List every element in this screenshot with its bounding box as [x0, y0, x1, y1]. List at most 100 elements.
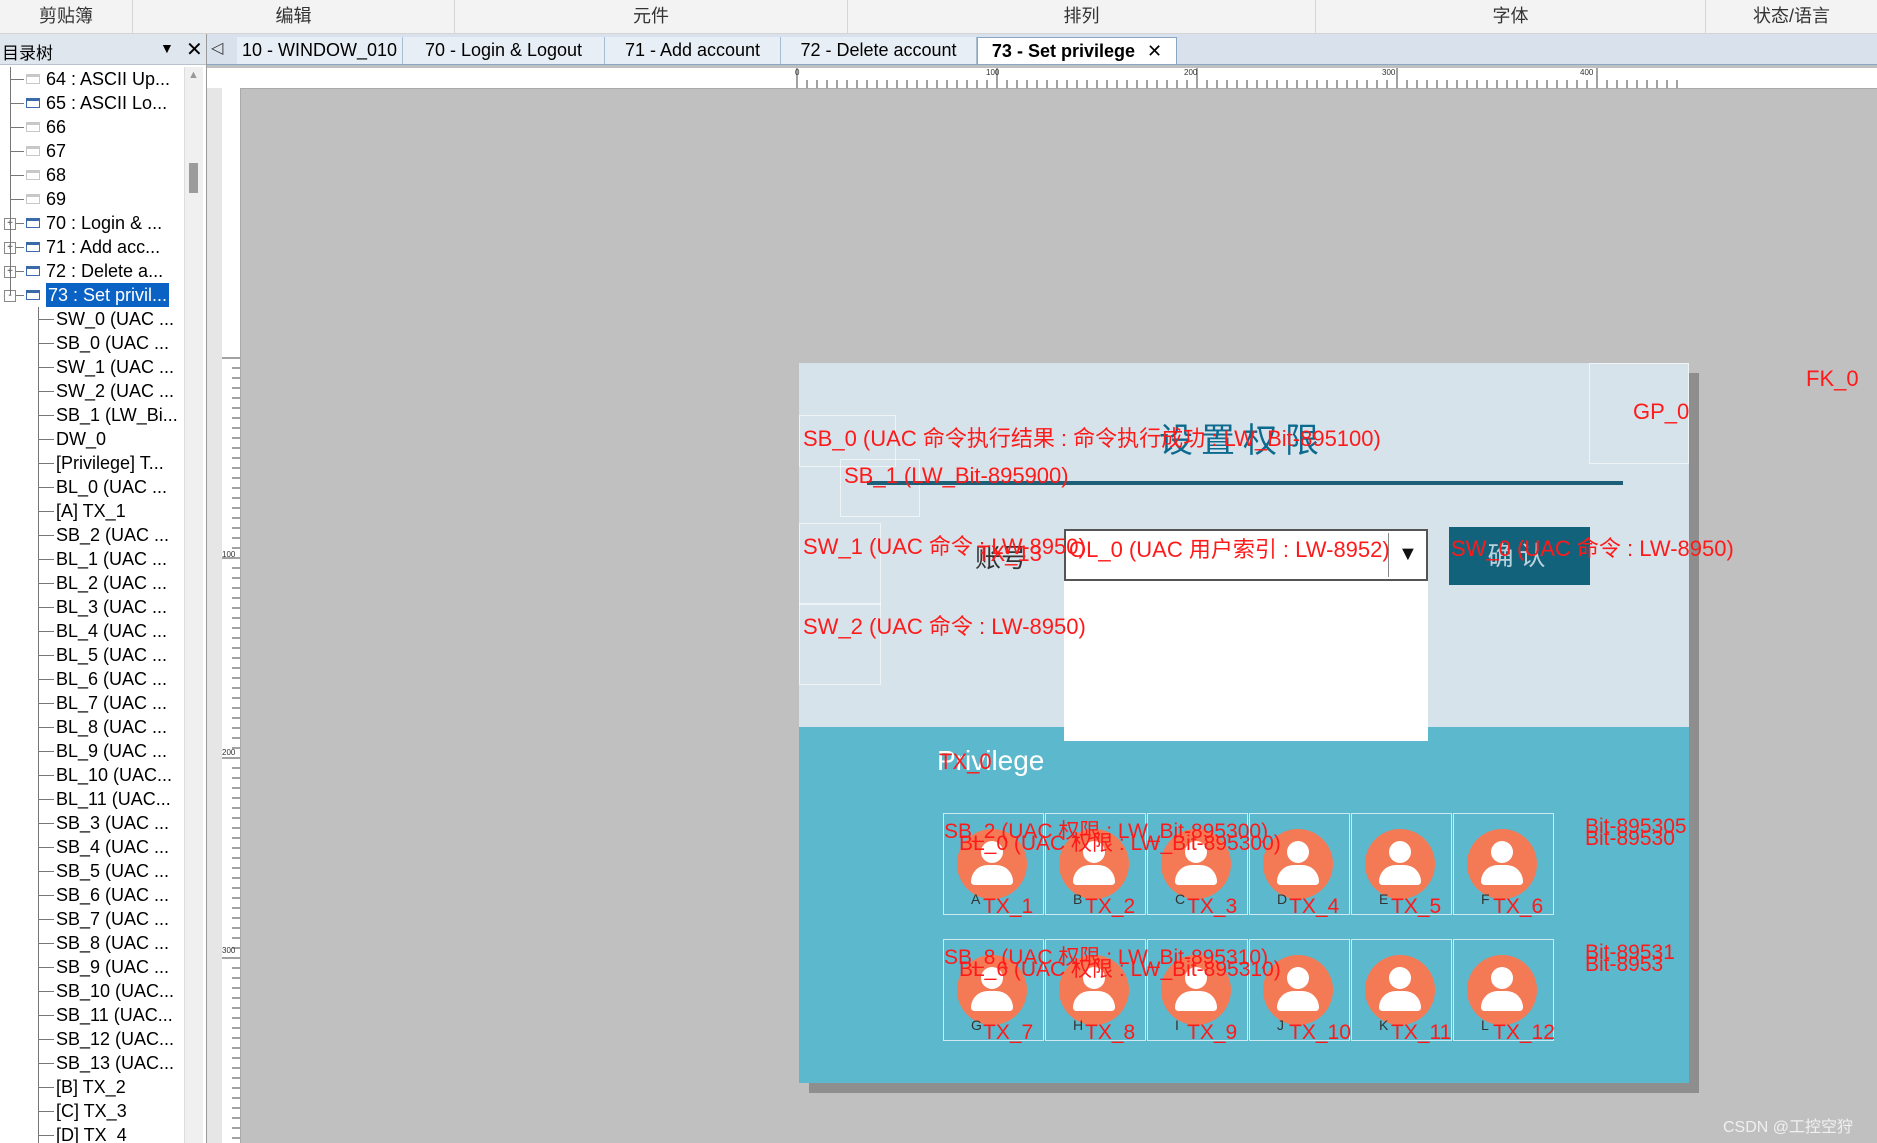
object-label-tx0: TX_0: [939, 749, 992, 774]
tree-scrollbar[interactable]: ▲: [184, 67, 203, 1143]
tree-item-label: BL_5 (UAC ...: [56, 645, 168, 665]
tree-close-icon[interactable]: ✕: [186, 37, 203, 62]
privilege-cell[interactable]: F: [1453, 813, 1554, 915]
tree-connector: [38, 943, 54, 944]
ruler-corner: [207, 68, 222, 88]
tree-item-label: SB_3 (UAC ...: [56, 813, 170, 833]
object-label-ol0: OL_0 (UAC 用户索引 : LW-8952): [1069, 537, 1390, 562]
avatar-body: [971, 865, 1013, 885]
privilege-class-letter: D: [1277, 891, 1288, 907]
privilege-cell[interactable]: L: [1453, 939, 1554, 1041]
tree-item-label: BL_2 (UAC ...: [56, 573, 168, 593]
window-icon: [26, 218, 40, 228]
ruler-label: 100: [222, 550, 236, 559]
tab-close-icon[interactable]: ✕: [1147, 41, 1162, 61]
directory-tree-panel: 目录树 ▼ ✕ 64 : ASCII Up... 65 : ASCII Lo...…: [0, 34, 207, 1143]
avatar-body: [1277, 865, 1319, 885]
tree-item-label: SB_2 (UAC ...: [56, 525, 170, 545]
tree-guide: [38, 307, 39, 1143]
privilege-cell[interactable]: E: [1351, 813, 1452, 915]
privilege-class-letter: H: [1073, 1017, 1084, 1033]
tree-connector: [38, 367, 54, 368]
tree-item-label: SB_13 (UAC...: [56, 1053, 175, 1073]
user-list-area[interactable]: [1064, 581, 1428, 741]
tree-dropdown-icon[interactable]: ▼: [160, 40, 174, 56]
tree-title: 目录树: [2, 44, 53, 63]
ruler-label: 200: [222, 748, 236, 757]
avatar-body: [1277, 991, 1319, 1011]
tab-scroll-left-icon[interactable]: ◁: [211, 38, 223, 58]
horizontal-ruler-ticks: [796, 68, 1678, 88]
hmi-window-73[interactable]: 设置权限 账号 ▼ 确认 Privilege ABCDEF GHIJKL FK_…: [799, 363, 1859, 1083]
ribbon-group-font[interactable]: 字体: [1316, 0, 1706, 33]
ruler-label: 0: [795, 68, 800, 77]
tree-item-label: [B] TX_2: [56, 1077, 126, 1097]
tree-connector: [10, 103, 24, 104]
user-avatar-icon[interactable]: [1365, 955, 1435, 1025]
tree-connector: [38, 1111, 54, 1112]
window-icon: [26, 194, 40, 204]
tree-connector: [38, 319, 54, 320]
tree-connector: [38, 751, 54, 752]
user-avatar-icon[interactable]: [1365, 829, 1435, 899]
dropdown-arrow[interactable]: ▼: [1388, 533, 1425, 577]
tree-connector: [38, 775, 54, 776]
user-avatar-icon[interactable]: [1467, 829, 1537, 899]
ruler-strip: [207, 88, 223, 1143]
tab-window-72[interactable]: 72 - Delete account: [781, 37, 977, 64]
privilege-class-letter: A: [971, 891, 981, 907]
user-avatar-icon[interactable]: [1467, 955, 1537, 1025]
tree-item-label: 72 : Delete a...: [46, 261, 164, 281]
tab-window-73[interactable]: 73 - Set privilege ✕: [977, 37, 1177, 64]
ribbon-group-state-language[interactable]: 状态/语言: [1706, 0, 1877, 33]
window-icon: [26, 266, 40, 276]
ribbon-group-clipboard[interactable]: 剪贴簿: [0, 0, 133, 33]
ruler-label: 200: [1184, 68, 1198, 77]
tree-item-label: BL_7 (UAC ...: [56, 693, 168, 713]
object-label-sb1: SB_1 (LW_Bit-895900): [844, 463, 1069, 488]
window-icon: [26, 122, 40, 132]
scroll-up-icon[interactable]: ▲: [188, 69, 199, 81]
tree-item-label: SW_0 (UAC ...: [56, 309, 175, 329]
tree-connector: [38, 919, 54, 920]
tree-item-label: SB_5 (UAC ...: [56, 861, 170, 881]
tree-connector: [38, 535, 54, 536]
ruler-label: 300: [222, 946, 236, 955]
window-icon: [26, 98, 40, 108]
ribbon-group-arrange[interactable]: 排列: [848, 0, 1316, 33]
tree-connector: [38, 487, 54, 488]
object-label-sw0: SW_0 (UAC 命令 : LW-8950): [1451, 536, 1734, 561]
tree-connector: [38, 1039, 54, 1040]
tree-item-label: SB_6 (UAC ...: [56, 885, 170, 905]
privilege-cell[interactable]: K: [1351, 939, 1452, 1041]
tab-window-10[interactable]: 10 - WINDOW_010: [237, 37, 403, 64]
object-label-sw1: SW_1 (UAC 命令 : LW-8950): [803, 534, 1086, 559]
tab-label: 70 - Login & Logout: [424, 40, 583, 60]
ribbon-group-edit[interactable]: 编辑: [133, 0, 455, 33]
tab-window-70[interactable]: 70 - Login & Logout: [403, 37, 605, 64]
privilege-class-letter: G: [971, 1017, 982, 1033]
tree-connector: [38, 559, 54, 560]
avatar-head: [1287, 841, 1309, 863]
avatar-body: [971, 991, 1013, 1011]
privilege-class-letter: L: [1481, 1017, 1489, 1033]
ribbon-group-objects[interactable]: 元件: [455, 0, 848, 33]
tree-item-label: BL_11 (UAC...: [56, 789, 171, 809]
object-label-bl0: BL_0 (UAC 权限 : LW_Bit-895300): [959, 832, 1281, 855]
ruler-label: 300: [1382, 68, 1396, 77]
chevron-down-icon: ▼: [1398, 543, 1418, 565]
tree-connector: [38, 583, 54, 584]
tree-connector: [38, 847, 54, 848]
tree-item-label: 69: [46, 189, 67, 209]
tab-window-71[interactable]: 71 - Add account: [605, 37, 781, 64]
tab-label: 10 - WINDOW_010: [241, 40, 398, 60]
tree-item-label: BL_8 (UAC ...: [56, 717, 168, 737]
avatar-body: [1073, 865, 1115, 885]
tree-item-label: SB_12 (UAC...: [56, 1029, 175, 1049]
privilege-class-letter: C: [1175, 891, 1186, 907]
avatar-body: [1175, 991, 1217, 1011]
scroll-thumb[interactable]: [189, 163, 198, 193]
avatar-head: [1287, 967, 1309, 989]
tree-item-label: [Privilege] T...: [56, 453, 164, 473]
object-label-sb0: SB_0 (UAC 命令执行结果 : 命令执行成功 : LW_Bit-89510…: [803, 426, 1381, 451]
